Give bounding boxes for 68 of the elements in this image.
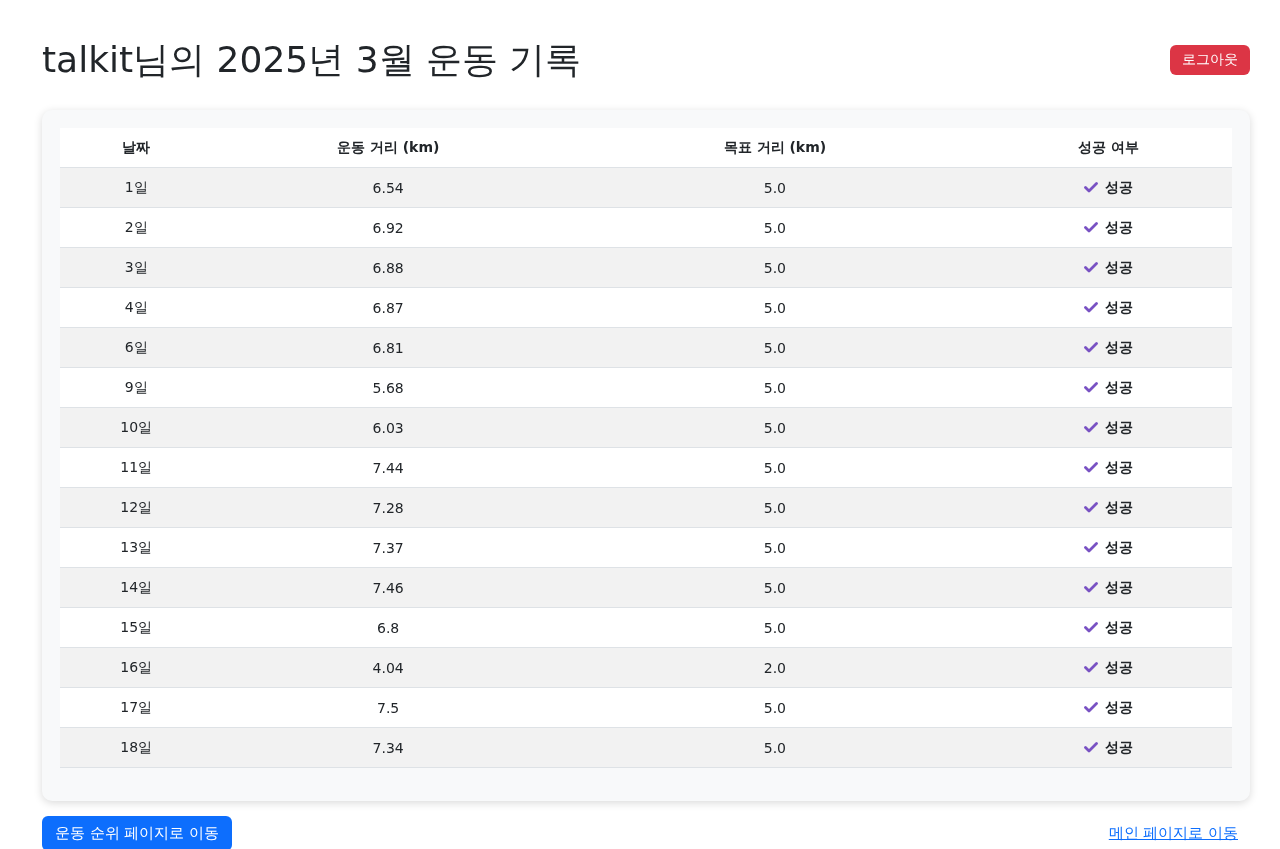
table-cell: 6.8 — [212, 607, 564, 648]
table-cell: 7.46 — [212, 567, 564, 608]
table-cell: 4일 — [60, 287, 213, 328]
table-cell: 2일 — [60, 207, 213, 248]
table-cell: 16일 — [60, 647, 213, 688]
table-cell: 5.0 — [563, 367, 986, 408]
column-header: 목표 거리 (km) — [563, 128, 986, 168]
table-cell: 2.0 — [563, 647, 986, 688]
page-title: talkit님의 2025년 3월 운동 기록 — [42, 37, 582, 82]
table-cell: 5.0 — [563, 687, 986, 728]
main-page-link[interactable]: 메인 페이지로 이동 — [1108, 824, 1238, 843]
table-cell: 6.92 — [212, 207, 564, 248]
result-text: 성공 — [1105, 338, 1134, 357]
table-cell: 7.37 — [212, 527, 564, 568]
table-cell: 6.03 — [212, 407, 564, 448]
table-cell: 5.0 — [563, 247, 986, 288]
table-cell: 1일 — [60, 167, 213, 208]
table-cell: 6.54 — [212, 167, 564, 208]
table-cell: 7.44 — [212, 447, 564, 488]
column-header: 날짜 — [60, 128, 213, 168]
result-text: 성공 — [1105, 578, 1134, 597]
result-text: 성공 — [1105, 178, 1134, 197]
table-cell: 10일 — [60, 407, 213, 448]
logout-button[interactable]: 로그아웃 — [1170, 45, 1250, 75]
table-cell: 17일 — [60, 687, 213, 728]
table-cell: 7.5 — [212, 687, 564, 728]
table-cell: 5.0 — [563, 327, 986, 368]
result-text: 성공 — [1105, 738, 1134, 757]
table-cell: 18일 — [60, 727, 213, 768]
table-cell: 9일 — [60, 367, 213, 408]
table-cell: 12일 — [60, 487, 213, 528]
table-cell: 4.04 — [212, 647, 564, 688]
table-cell: 7.28 — [212, 487, 564, 528]
table-cell: 5.0 — [563, 527, 986, 568]
table-cell: 13일 — [60, 527, 213, 568]
table-cell: 5.0 — [563, 607, 986, 648]
result-text: 성공 — [1105, 658, 1134, 677]
table-cell: 5.0 — [563, 447, 986, 488]
result-text: 성공 — [1105, 298, 1134, 317]
table-cell: 5.0 — [563, 487, 986, 528]
table-cell: 5.0 — [563, 567, 986, 608]
table-cell: 5.68 — [212, 367, 564, 408]
result-text: 성공 — [1105, 458, 1134, 477]
table-cell: 5.0 — [563, 207, 986, 248]
column-header: 운동 거리 (km) — [212, 128, 564, 168]
table-cell: 5.0 — [563, 407, 986, 448]
table-cell: 5.0 — [563, 167, 986, 208]
table-cell: 14일 — [60, 567, 213, 608]
table-cell: 15일 — [60, 607, 213, 648]
result-text: 성공 — [1105, 418, 1134, 437]
result-text: 성공 — [1105, 498, 1134, 517]
table-cell: 6.88 — [212, 247, 564, 288]
result-text: 성공 — [1105, 538, 1134, 557]
ranking-page-button[interactable]: 운동 순위 페이지로 이동 — [42, 816, 232, 849]
table-cell: 6.87 — [212, 287, 564, 328]
result-text: 성공 — [1105, 218, 1134, 237]
table-cell: 6일 — [60, 327, 213, 368]
table-cell: 5.0 — [563, 727, 986, 768]
table-cell: 6.81 — [212, 327, 564, 368]
table-cell: 7.34 — [212, 727, 564, 768]
table-cell: 5.0 — [563, 287, 986, 328]
result-text: 성공 — [1105, 258, 1134, 277]
table-cell: 3일 — [60, 247, 213, 288]
table-cell: 11일 — [60, 447, 213, 488]
column-header: 성공 여부 — [985, 128, 1232, 168]
result-text: 성공 — [1105, 698, 1134, 717]
result-text: 성공 — [1105, 378, 1134, 397]
result-text: 성공 — [1105, 618, 1134, 637]
